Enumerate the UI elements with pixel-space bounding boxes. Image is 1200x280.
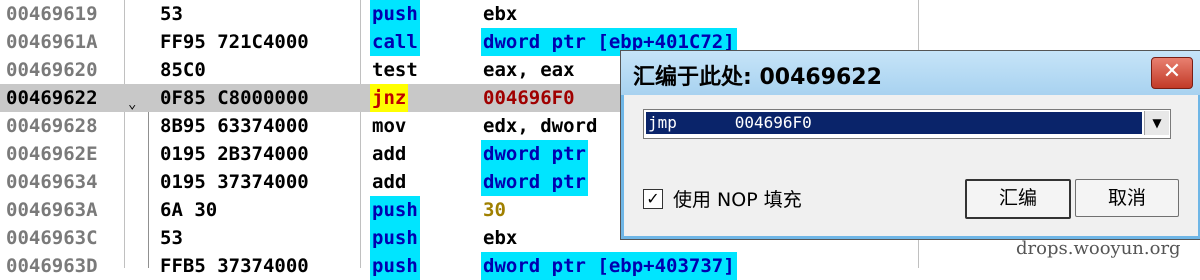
watermark: drops.wooyun.org [1016, 238, 1181, 259]
disasm-row[interactable]: 00469619 53 push ebx [0, 0, 1200, 28]
row-operand: dword ptr [481, 168, 588, 196]
row-address: 0046962E [6, 143, 98, 165]
assemble-dialog: 汇编于此处: 00469622 ✕ jmp 004696F0 ▼ ✓ 使用 NO… [620, 50, 1200, 240]
dialog-titlebar[interactable]: 汇编于此处: 00469622 ✕ [621, 51, 1200, 95]
row-mnemonic: push [370, 224, 420, 252]
row-address: 0046963A [6, 199, 98, 221]
row-hex: FF95 721C4000 [160, 31, 309, 53]
row-hex: 53 [160, 3, 183, 25]
row-mnemonic: test [372, 59, 418, 81]
row-mnemonic: call [370, 28, 420, 56]
row-mnemonic: jnz [370, 84, 409, 112]
row-address: 0046963D [6, 255, 98, 277]
dialog-body: jmp 004696F0 ▼ ✓ 使用 NOP 填充 汇编 取消 [629, 95, 1191, 231]
row-mnemonic: mov [372, 115, 407, 137]
row-hex: 0195 37374000 [160, 171, 309, 193]
row-operand: 30 [483, 199, 506, 221]
row-address: 00469619 [6, 3, 98, 25]
row-operand: 004696F0 [483, 87, 575, 109]
row-mnemonic: push [370, 252, 420, 280]
row-operand: dword ptr [481, 140, 588, 168]
assemble-button[interactable]: 汇编 [965, 179, 1071, 219]
row-mnemonic: add [372, 143, 407, 165]
nop-fill-checkbox[interactable]: ✓ [643, 189, 663, 209]
dialog-title: 汇编于此处: 00469622 [633, 65, 882, 90]
row-operand: edx, dword [483, 115, 598, 137]
row-hex: 0195 2B374000 [160, 143, 309, 165]
row-hex: 0F85 C8000000 [160, 87, 309, 109]
row-mnemonic: push [370, 0, 420, 28]
row-hex: 53 [160, 227, 183, 249]
close-icon[interactable]: ✕ [1151, 57, 1193, 89]
row-hex: 6A 30 [160, 199, 218, 221]
chevron-down-icon[interactable]: ▼ [1144, 111, 1169, 135]
row-mnemonic: push [370, 196, 420, 224]
row-address: 0046963C [6, 227, 98, 249]
row-address: 00469628 [6, 115, 98, 137]
jump-arrow-icon: ⌄ [128, 96, 137, 112]
row-address: 00469634 [6, 171, 98, 193]
row-hex: 8B95 63374000 [160, 115, 309, 137]
assembly-input[interactable]: jmp 004696F0 [646, 112, 1142, 134]
cancel-button[interactable]: 取消 [1075, 179, 1179, 217]
row-mnemonic: add [372, 171, 407, 193]
row-address: 0046961A [6, 31, 98, 53]
assembly-combobox[interactable]: jmp 004696F0 ▼ [643, 109, 1171, 139]
row-address: 00469622 [6, 87, 98, 109]
row-address: 00469620 [6, 59, 98, 81]
nop-fill-label[interactable]: 使用 NOP 填充 [673, 185, 802, 212]
row-operand: eax, eax [483, 59, 575, 81]
row-operand: dword ptr [ebp+403737] [481, 252, 737, 280]
row-operand: ebx [483, 3, 518, 25]
row-hex: FFB5 37374000 [160, 255, 309, 277]
row-hex: 85C0 [160, 59, 206, 81]
row-operand: ebx [483, 227, 518, 249]
